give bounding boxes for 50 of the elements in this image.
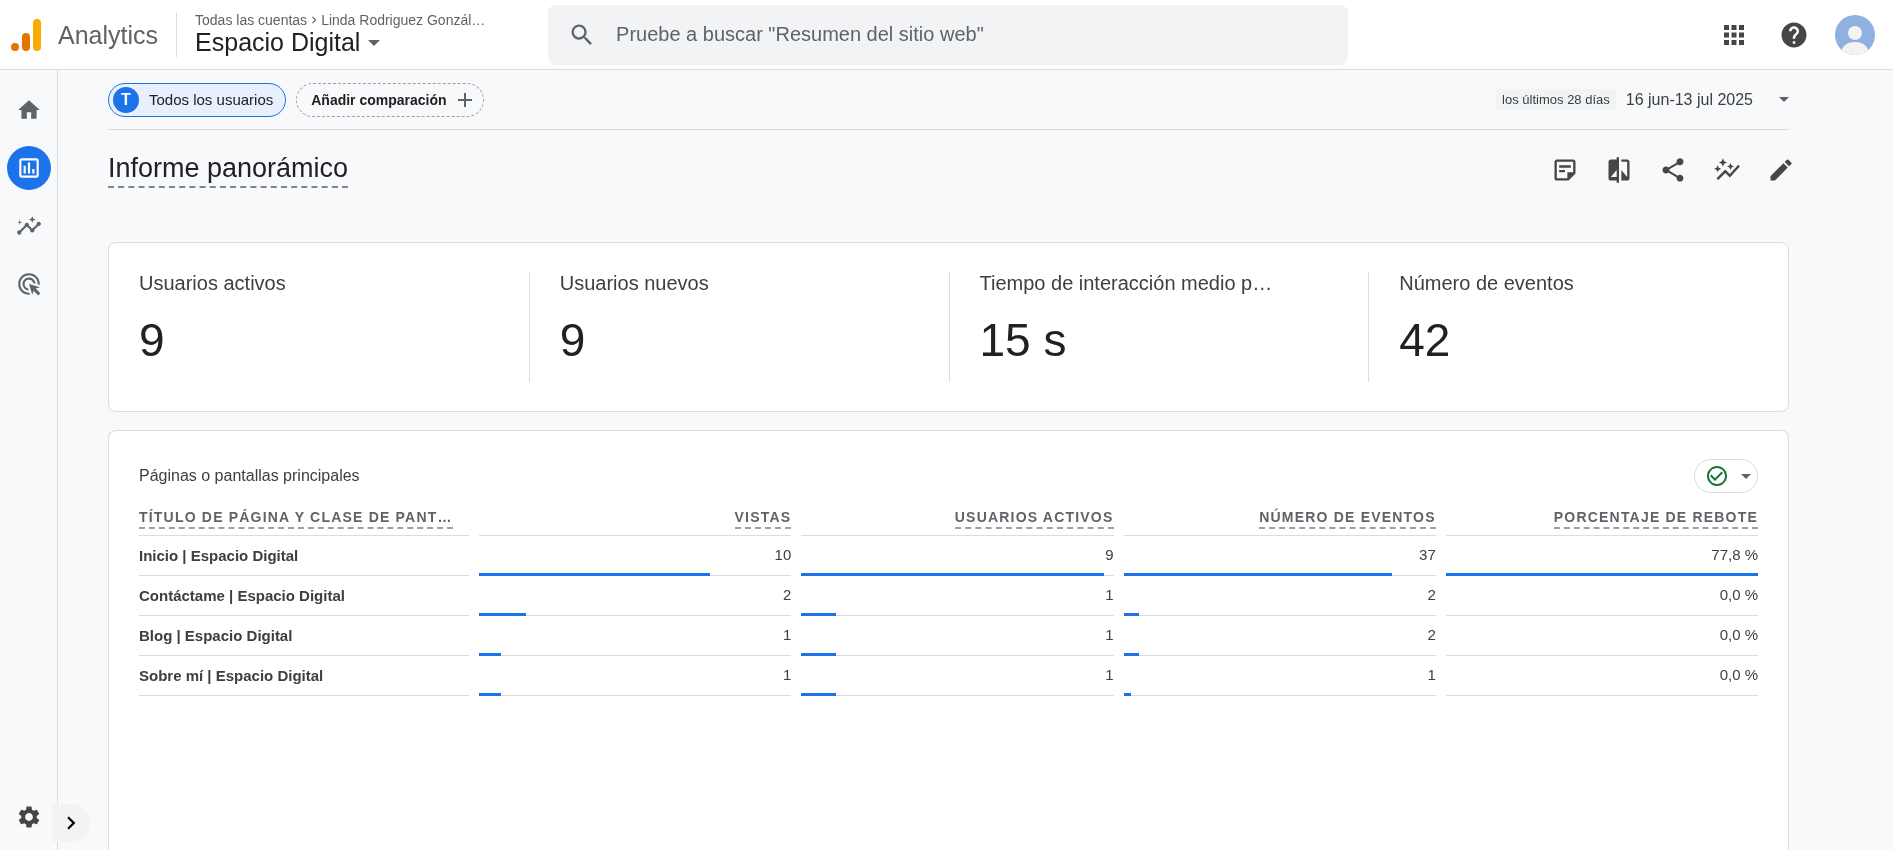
metric-value: 15 s: [979, 313, 1068, 367]
date-range-picker[interactable]: los últimos 28 días 16 jun-13 jul 2025: [1496, 89, 1789, 110]
table-cell: 0,0 %: [1719, 586, 1758, 605]
metric-label: Usuarios nuevos: [559, 272, 710, 295]
column-header[interactable]: NÚMERO DE EVENTOS: [1259, 509, 1436, 529]
table-cell: 1: [1427, 666, 1436, 685]
expand-button[interactable]: [52, 804, 90, 842]
breadcrumb-item[interactable]: Linda Rodriguez Gonzál…: [321, 12, 486, 28]
table-cell: Inicio | Espacio Digital: [139, 547, 299, 564]
table-cell: 2: [782, 586, 792, 605]
status-dropdown[interactable]: [1694, 459, 1758, 493]
report-title[interactable]: Informe panorámico: [108, 152, 349, 188]
metric-value: 9: [139, 313, 166, 367]
caret-icon: [1779, 97, 1789, 102]
segment-chip[interactable]: T Todos los usuarios: [108, 82, 287, 117]
table-cell: 1: [1105, 586, 1114, 605]
table-cell: Sobre mí | Espacio Digital: [139, 667, 324, 684]
table-cell: Contáctame | Espacio Digital: [139, 587, 345, 604]
column-header[interactable]: PORCENTAJE DE REBOTE: [1553, 509, 1758, 529]
table-cell: 1: [1105, 666, 1114, 685]
table-cell: Blog | Espacio Digital: [139, 627, 293, 644]
search-bar[interactable]: Pruebe a buscar "Resumen del sitio web": [548, 4, 1349, 65]
segment-initial: T: [113, 86, 139, 113]
table-cell: 0,0 %: [1719, 666, 1758, 685]
product-name: Analytics: [58, 12, 178, 57]
table-cell: 37: [1419, 546, 1436, 565]
caret-icon: [368, 39, 381, 46]
search-field[interactable]: Pruebe a buscar "Resumen del sitio web": [614, 22, 1329, 47]
property-selector[interactable]: Espacio Digital: [195, 28, 531, 57]
table-cell: 2: [1427, 626, 1436, 645]
bar-chart-icon[interactable]: [6, 146, 51, 190]
table-title: Páginas o pantallas principales: [139, 467, 360, 485]
column-header[interactable]: TÍTULO DE PÁGINA Y CLASE DE PANT…: [139, 509, 453, 529]
breadcrumb-item[interactable]: Todas las cuentas: [195, 12, 308, 28]
column-header[interactable]: VISTAS: [734, 509, 792, 529]
table-cell: 9: [1105, 546, 1114, 565]
table-cell: 1: [1105, 626, 1114, 645]
metric-label: Usuarios activos: [139, 272, 287, 295]
metric-label: Tiempo de interacción medio p…: [979, 272, 1274, 295]
table-cell: 1: [782, 626, 792, 645]
metric-value: 9: [559, 313, 587, 367]
column-header[interactable]: USUARIOS ACTIVOS: [954, 509, 1114, 529]
metric-label: Número de eventos: [1399, 272, 1575, 295]
table-cell: 77,8 %: [1711, 546, 1758, 565]
table-cell: 10: [774, 546, 792, 565]
table-cell: 1: [782, 666, 792, 685]
caret-icon: [1741, 473, 1751, 479]
metric-value: 42: [1399, 313, 1452, 367]
table-cell: 0,0 %: [1719, 626, 1758, 645]
table-cell: 2: [1427, 586, 1436, 605]
